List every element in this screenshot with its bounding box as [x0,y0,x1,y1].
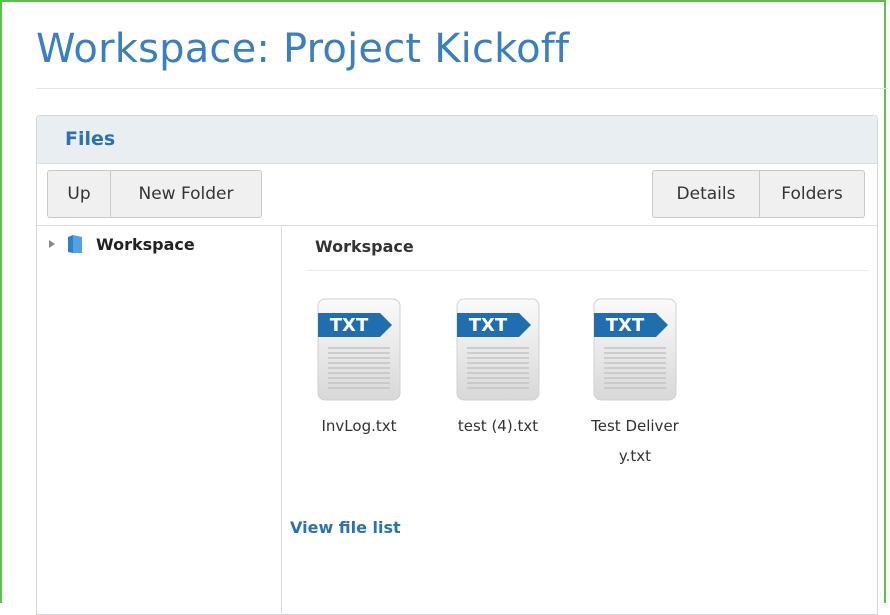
svg-text:TXT: TXT [606,315,645,336]
file-item[interactable]: TXT Test Delivery.txt [580,298,690,471]
toolbar: Up New Folder Details Folders [37,163,877,226]
panel-title: Files [65,128,116,150]
view-file-list-link[interactable]: View file list [290,518,401,537]
file-name: InvLog.txt [321,417,397,435]
current-folder-title: Workspace [315,237,414,256]
file-item[interactable]: TXT test (4).txt [443,298,553,441]
folder-icon [68,235,82,253]
file-name: test (4).txt [457,417,539,435]
svg-text:TXT: TXT [330,315,369,336]
folders-toggle-button[interactable]: Folders [759,170,865,218]
file-browser-content: Workspace TXT InvLog.txt TXT test (4).tx… [282,226,877,614]
txt-file-icon: TXT [593,298,677,401]
files-panel: Files Up New Folder Details Folders Work… [36,115,878,615]
content-divider [306,270,869,271]
tree-node-label: Workspace [96,234,195,254]
file-item[interactable]: TXT InvLog.txt [304,298,414,441]
details-view-button[interactable]: Details [652,170,760,218]
folder-tree: Workspace [37,226,282,614]
txt-file-icon: TXT [317,298,401,401]
file-name: Test Delivery.txt [591,417,679,465]
new-folder-button[interactable]: New Folder [110,170,262,218]
txt-file-icon: TXT [456,298,540,401]
svg-text:TXT: TXT [469,315,508,336]
expand-arrow-icon[interactable] [49,240,55,248]
title-divider [36,88,888,89]
panel-header: Files [37,116,877,164]
page-title: Workspace: Project Kickoff [36,26,570,72]
up-button[interactable]: Up [47,170,111,218]
tree-node-workspace[interactable]: Workspace [49,234,195,254]
